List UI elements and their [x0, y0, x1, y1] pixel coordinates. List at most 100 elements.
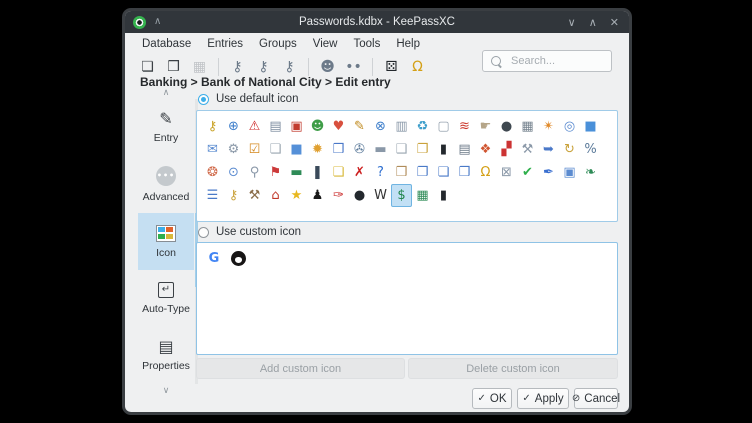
default-icon-energy[interactable]: ● [496, 115, 517, 138]
default-icon-book[interactable]: ❧ [580, 161, 601, 184]
default-icon-clipboard-ready[interactable]: ☑ [244, 138, 265, 161]
default-icon-parts[interactable]: ♥ [328, 115, 349, 138]
use-default-icon-radio[interactable]: Use default icon [198, 93, 298, 105]
default-icon-paper-new[interactable]: ❏ [265, 138, 286, 161]
radio-unselected-icon[interactable] [198, 227, 209, 238]
default-icon-key[interactable]: ⚷ [202, 115, 223, 138]
sidebar-item-auto-type[interactable]: ↵Auto-Type [138, 270, 194, 327]
default-icon-list[interactable]: ☰ [202, 184, 223, 207]
radio-selected-icon[interactable] [198, 94, 209, 105]
default-icon-folder-open[interactable]: ❏ [433, 161, 454, 184]
default-icon-drive[interactable]: ▬ [370, 138, 391, 161]
default-icon-program-icons[interactable]: ❖ [475, 138, 496, 161]
default-icon-blackberry[interactable]: ▮ [433, 184, 454, 207]
default-icon-email-search[interactable]: ⚲ [244, 161, 265, 184]
sidebar-item-properties[interactable]: ▤Properties [138, 327, 194, 384]
default-icon-paper-ready[interactable]: ♻ [412, 115, 433, 138]
default-icon-tux[interactable]: ♟ [307, 184, 328, 207]
sidebar-item-entry[interactable]: ✎Entry [138, 99, 194, 156]
title-bar[interactable]: ∧ Passwords.kdbx - KeePassXC ∨ ∧ ✕ [125, 11, 629, 33]
default-icon-network-server[interactable]: ▤ [265, 115, 286, 138]
default-icon-money[interactable]: $ [391, 184, 412, 207]
minimize-button[interactable]: ∨ [568, 16, 576, 29]
default-icon-archive[interactable]: ↻ [559, 138, 580, 161]
default-icon-folder[interactable]: ❐ [412, 161, 433, 184]
default-icon-notepad[interactable]: ✎ [349, 115, 370, 138]
default-icon-world[interactable]: ⊕ [223, 115, 244, 138]
default-icon-star[interactable]: ★ [286, 184, 307, 207]
delete-custom-icon-button[interactable]: Delete custom icon [408, 358, 618, 379]
default-icon-expired[interactable]: ✗ [349, 161, 370, 184]
default-icon-identity[interactable]: ▥ [391, 115, 412, 138]
github-icon[interactable] [230, 250, 246, 266]
default-icon-checked[interactable]: ✔ [517, 161, 538, 184]
default-icon-run[interactable]: ▞ [496, 138, 517, 161]
open-database-icon[interactable]: ❒ [164, 58, 183, 77]
default-icon-feather[interactable]: ✑ [328, 184, 349, 207]
default-icon-monitor[interactable]: ■ [580, 115, 601, 138]
default-icon-disk[interactable]: ✇ [349, 138, 370, 161]
copy-username-icon[interactable]: ☻ [318, 58, 337, 77]
default-icon-terminal-encrypted[interactable]: ❐ [412, 138, 433, 161]
default-icon-email[interactable]: ✉ [202, 138, 223, 161]
default-icon-wiki[interactable]: W [370, 184, 391, 207]
default-icon-screen[interactable]: ■ [286, 138, 307, 161]
default-icon-drive-windows[interactable]: ❂ [202, 161, 223, 184]
default-icon-warning[interactable]: ⚠ [244, 115, 265, 138]
default-icon-lock-open[interactable]: Ω [475, 161, 496, 184]
default-icon-home[interactable]: ⌂ [265, 184, 286, 207]
edit-entry-icon[interactable]: ⚷ [254, 58, 273, 77]
default-icon-email-box[interactable]: ❒ [328, 138, 349, 161]
copy-password-icon[interactable]: •• [344, 58, 363, 77]
google-icon[interactable]: G [206, 250, 222, 266]
default-icon-ir-communication[interactable]: ≋ [454, 115, 475, 138]
default-icon-marked-directory[interactable]: ▣ [286, 115, 307, 138]
menu-item-help[interactable]: Help [388, 36, 428, 52]
default-icon-certificate[interactable]: ▦ [412, 184, 433, 207]
default-icon-energy-careful[interactable]: ✹ [307, 138, 328, 161]
default-icon-printer[interactable]: ▤ [454, 138, 475, 161]
default-icon-scanner[interactable]: ▦ [517, 115, 538, 138]
new-database-icon[interactable]: ❏ [138, 58, 157, 77]
sidebar-item-advanced[interactable]: •••Advanced [138, 156, 194, 213]
apply-button[interactable]: ✓ Apply [517, 388, 569, 409]
default-icon-world-socket[interactable]: ⊗ [370, 115, 391, 138]
menu-item-database[interactable]: Database [134, 36, 199, 52]
default-icon-user-key[interactable]: ⚷ [223, 184, 244, 207]
ok-button[interactable]: ✓ OK [472, 388, 512, 409]
default-icon-user-communication[interactable]: ☻ [307, 115, 328, 138]
search-box[interactable] [482, 50, 612, 72]
lock-database-icon[interactable]: Ω [408, 58, 427, 77]
maximize-button[interactable]: ∧ [589, 16, 597, 29]
default-icon-trash-bin[interactable]: ❚ [307, 161, 328, 184]
delete-entry-icon[interactable]: ⚷ [280, 58, 299, 77]
add-entry-icon[interactable]: ⚷ [228, 58, 247, 77]
default-icon-world-star[interactable]: ✴ [538, 115, 559, 138]
default-icon-tool[interactable]: ⚒ [244, 184, 265, 207]
search-input[interactable] [509, 54, 603, 68]
default-icon-folder-package[interactable]: ❒ [454, 161, 475, 184]
default-icon-thumbnail[interactable]: ▣ [559, 161, 580, 184]
cancel-button[interactable]: ⊘ Cancel [574, 388, 618, 409]
default-icon-homebanking[interactable]: % [580, 138, 601, 161]
default-icon-pen[interactable]: ✒ [538, 161, 559, 184]
default-icon-paper-flag[interactable]: ⚑ [265, 161, 286, 184]
add-custom-icon-button[interactable]: Add custom icon [196, 358, 405, 379]
default-icon-multi-keys[interactable]: ☛ [475, 115, 496, 138]
default-icon-note[interactable]: ❏ [328, 161, 349, 184]
default-icon-cd-rom[interactable]: ◎ [559, 115, 580, 138]
save-database-icon[interactable]: ▦ [190, 58, 209, 77]
sidebar-scroll-down-icon[interactable]: ∨ [138, 386, 194, 396]
menu-item-groups[interactable]: Groups [251, 36, 305, 52]
default-icon-paper-q[interactable]: ❑ [391, 138, 412, 161]
default-icon-configuration[interactable]: ⚙ [223, 138, 244, 161]
default-icon-memory[interactable]: ▬ [286, 161, 307, 184]
menu-item-entries[interactable]: Entries [199, 36, 251, 52]
close-button[interactable]: ✕ [610, 16, 619, 29]
password-generator-icon[interactable]: ⚄ [382, 58, 401, 77]
default-icon-console[interactable]: ▮ [433, 138, 454, 161]
sidebar-scroll-up-icon[interactable]: ∧ [138, 88, 194, 98]
sidebar-item-icon[interactable]: Icon [138, 213, 194, 270]
default-icon-package[interactable]: ❒ [391, 161, 412, 184]
default-icon-paper-locked[interactable]: ⊠ [496, 161, 517, 184]
